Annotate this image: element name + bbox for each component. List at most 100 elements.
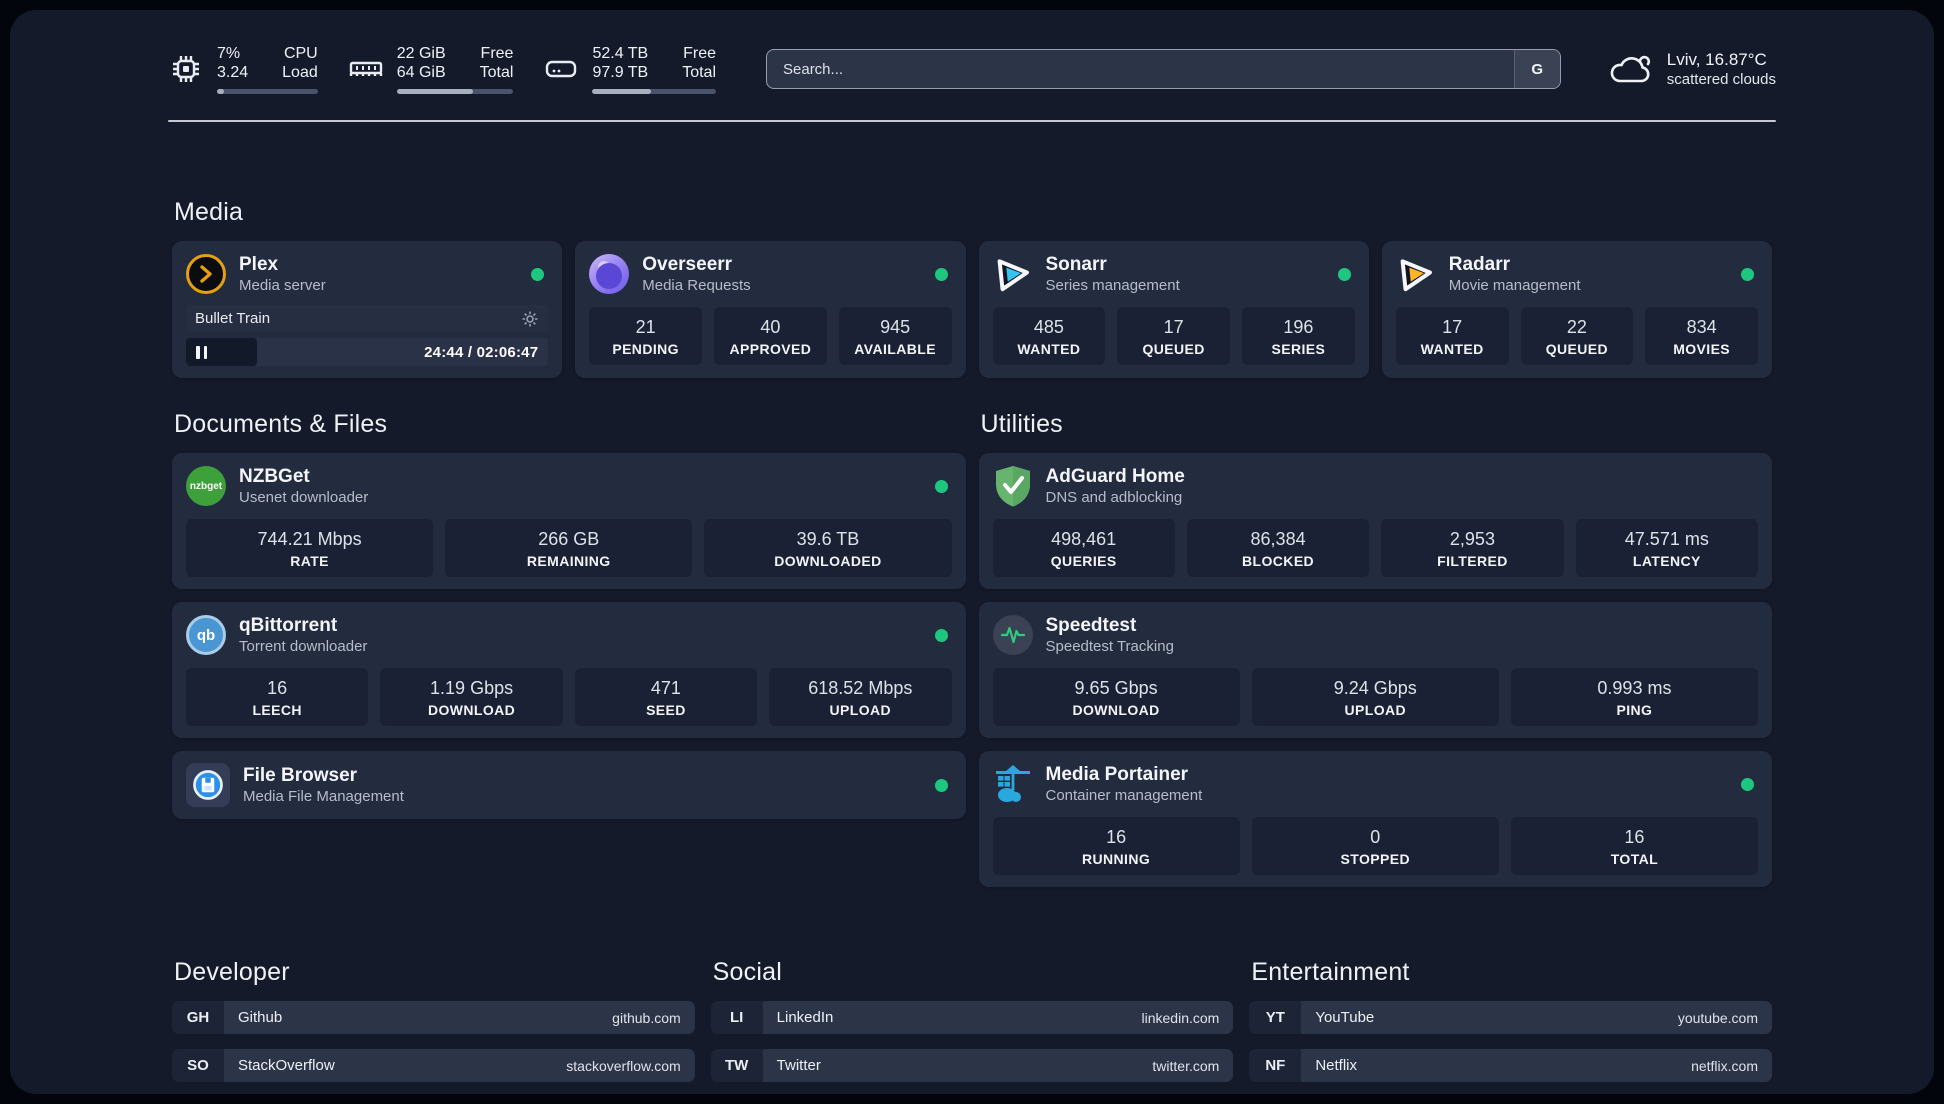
bookmark-netflix[interactable]: NF Netflix netflix.com [1249,1049,1772,1082]
app-card-qbittorrent[interactable]: qb qBittorrent Torrent downloader 16 LEE… [172,602,966,738]
playback-progress-bar[interactable]: 24:44 / 02:06:47 [186,338,549,366]
bookmark-github[interactable]: GH Github github.com [172,1001,695,1034]
cpu-stat: 7% 3.24 CPU Load [168,44,318,94]
app-name: NZBGet [239,466,310,487]
nzbget-icon: nzbget [186,466,226,506]
radarr-icon [1394,252,1438,296]
section-heading-media: Media [174,198,244,226]
app-description: DNS and adblocking [1045,489,1183,506]
app-name: Overseerr [642,254,733,275]
cpu-label: CPU [283,45,318,62]
stat-download: 9.65 Gbps DOWNLOAD [992,668,1240,726]
search-input[interactable] [766,49,1561,89]
app-description: Container management [1045,787,1203,804]
top-bar: 7% 3.24 CPU Load 22 GiB 64 GiB Free Tota… [10,10,1934,94]
cpu-load-label: Load [282,64,318,81]
app-name: qBittorrent [239,615,338,636]
overseerr-icon [589,254,630,294]
ram-free-label: Free [480,45,514,62]
search-engine-button[interactable]: G [1513,50,1560,88]
stat-seed: 471 SEED [574,668,758,726]
weather-widget: Lviv, 16.87°C scattered clouds [1607,49,1776,89]
app-card-plex[interactable]: Plex Media server Bullet Train 24:44 / 0… [172,241,563,378]
bookmark-group-social: Social LI LinkedIn linkedin.com TW Twitt… [710,958,1234,1094]
bookmark-name: Netflix [1315,1057,1358,1074]
memory-stat: 22 GiB 64 GiB Free Total [348,44,514,94]
bookmark-url: github.com [612,1009,681,1026]
app-card-adguard[interactable]: AdGuard Home DNS and adblocking 498,461 … [978,453,1772,589]
adguard-icon [993,466,1033,507]
stat-upload: 9.24 Gbps UPLOAD [1251,668,1499,726]
media-cards-row: Plex Media server Bullet Train 24:44 / 0… [172,241,1772,378]
portainer-icon [993,764,1033,804]
app-card-filebrowser[interactable]: File Browser Media File Management [172,751,966,819]
app-card-nzbget[interactable]: nzbget NZBGet Usenet downloader 744.21 M… [172,453,966,589]
disk-icon [546,60,577,78]
bookmark-abbr: NF [1249,1049,1302,1082]
stat-downloaded: 39.6 TB DOWNLOADED [704,519,952,577]
bookmark-url: youtube.com [1677,1009,1758,1026]
app-description: Media server [239,277,326,294]
stat-blocked: 86,384 BLOCKED [1186,519,1370,577]
app-description: Movie management [1448,277,1581,294]
bookmark-url: linkedin.com [1141,1009,1220,1026]
app-card-sonarr[interactable]: Sonarr Series management 485 WANTED 17 Q… [978,241,1369,378]
stat-upload: 618.52 Mbps UPLOAD [769,668,952,726]
stat-movies: 834 MOVIES [1645,307,1758,365]
app-name: Radarr [1448,254,1510,275]
weather-condition: scattered clouds [1666,71,1776,88]
sonarr-icon [991,252,1035,296]
stat-stopped: 0 STOPPED [1251,817,1499,875]
status-online-dot [1741,267,1754,281]
stat-queued: 17 QUEUED [1117,307,1230,365]
stat-queued: 22 QUEUED [1520,307,1634,365]
app-name: AdGuard Home [1045,466,1185,487]
gear-icon[interactable] [521,310,539,328]
app-name: Media Portainer [1045,764,1189,785]
status-online-dot [1741,777,1754,791]
now-playing-title: Bullet Train [195,310,271,327]
bookmark-linkedin[interactable]: LI LinkedIn linkedin.com [710,1001,1234,1034]
documents-column: Documents & Files nzbget NZBGet Usenet d… [172,410,966,900]
app-description: Torrent downloader [239,638,368,655]
disk-free-value: 52.4 TB [592,45,649,62]
ram-progress-bar [396,89,514,94]
stat-available: 945 AVAILABLE [838,307,952,365]
app-card-overseerr[interactable]: Overseerr Media Requests 21 PENDING 40 A… [575,241,966,378]
app-name: Sonarr [1045,254,1107,275]
cloud-icon [1610,55,1650,83]
stat-wanted: 485 WANTED [992,307,1106,365]
bookmark-stackoverflow[interactable]: SO StackOverflow stackoverflow.com [172,1049,695,1082]
bookmark-abbr: SO [172,1049,224,1082]
ram-free-value: 22 GiB [396,45,446,62]
app-card-portainer[interactable]: Media Portainer Container management 16 … [978,751,1772,887]
bookmark-abbr: YT [1249,1001,1302,1034]
status-online-dot [1337,267,1351,281]
ram-total-label: Total [479,64,514,81]
pause-icon[interactable] [196,345,207,359]
stat-running: 16 RUNNING [992,817,1240,875]
disk-stat: 52.4 TB 97.9 TB Free Total [543,44,716,94]
stat-ping: 0.993 ms PING [1510,668,1759,726]
stat-queries: 498,461 QUERIES [992,519,1175,577]
bookmark-name: LinkedIn [776,1009,834,1026]
ram-total-value: 64 GiB [396,64,446,81]
cpu-usage: 7% [217,45,241,62]
bookmark-youtube[interactable]: YT YouTube youtube.com [1249,1001,1772,1034]
bookmark-twitter[interactable]: TW Twitter twitter.com [710,1049,1234,1082]
app-description: Media File Management [243,788,404,805]
app-card-radarr[interactable]: Radarr Movie management 17 WANTED 22 QUE… [1381,241,1772,378]
bookmark-name: YouTube [1315,1009,1375,1026]
plex-icon [186,254,226,294]
section-heading-utilities: Utilities [980,410,1063,438]
stat-filtered: 2,953 FILTERED [1381,519,1564,577]
app-card-speedtest[interactable]: Speedtest Speedtest Tracking 9.65 Gbps D… [978,602,1772,738]
utilities-column: Utilities AdGuard Home DNS and adblockin… [978,410,1772,900]
bookmark-url: netflix.com [1691,1057,1758,1074]
plex-now-playing-widget: Bullet Train 24:44 / 02:06:47 [186,305,549,366]
stat-pending: 21 PENDING [589,307,702,365]
bookmark-group-developer: Developer GH Github github.com SO StackO… [172,958,695,1094]
disk-free-label: Free [683,45,716,62]
cpu-progress-bar [217,89,318,94]
stat-latency: 47.571 ms LATENCY [1575,519,1758,577]
